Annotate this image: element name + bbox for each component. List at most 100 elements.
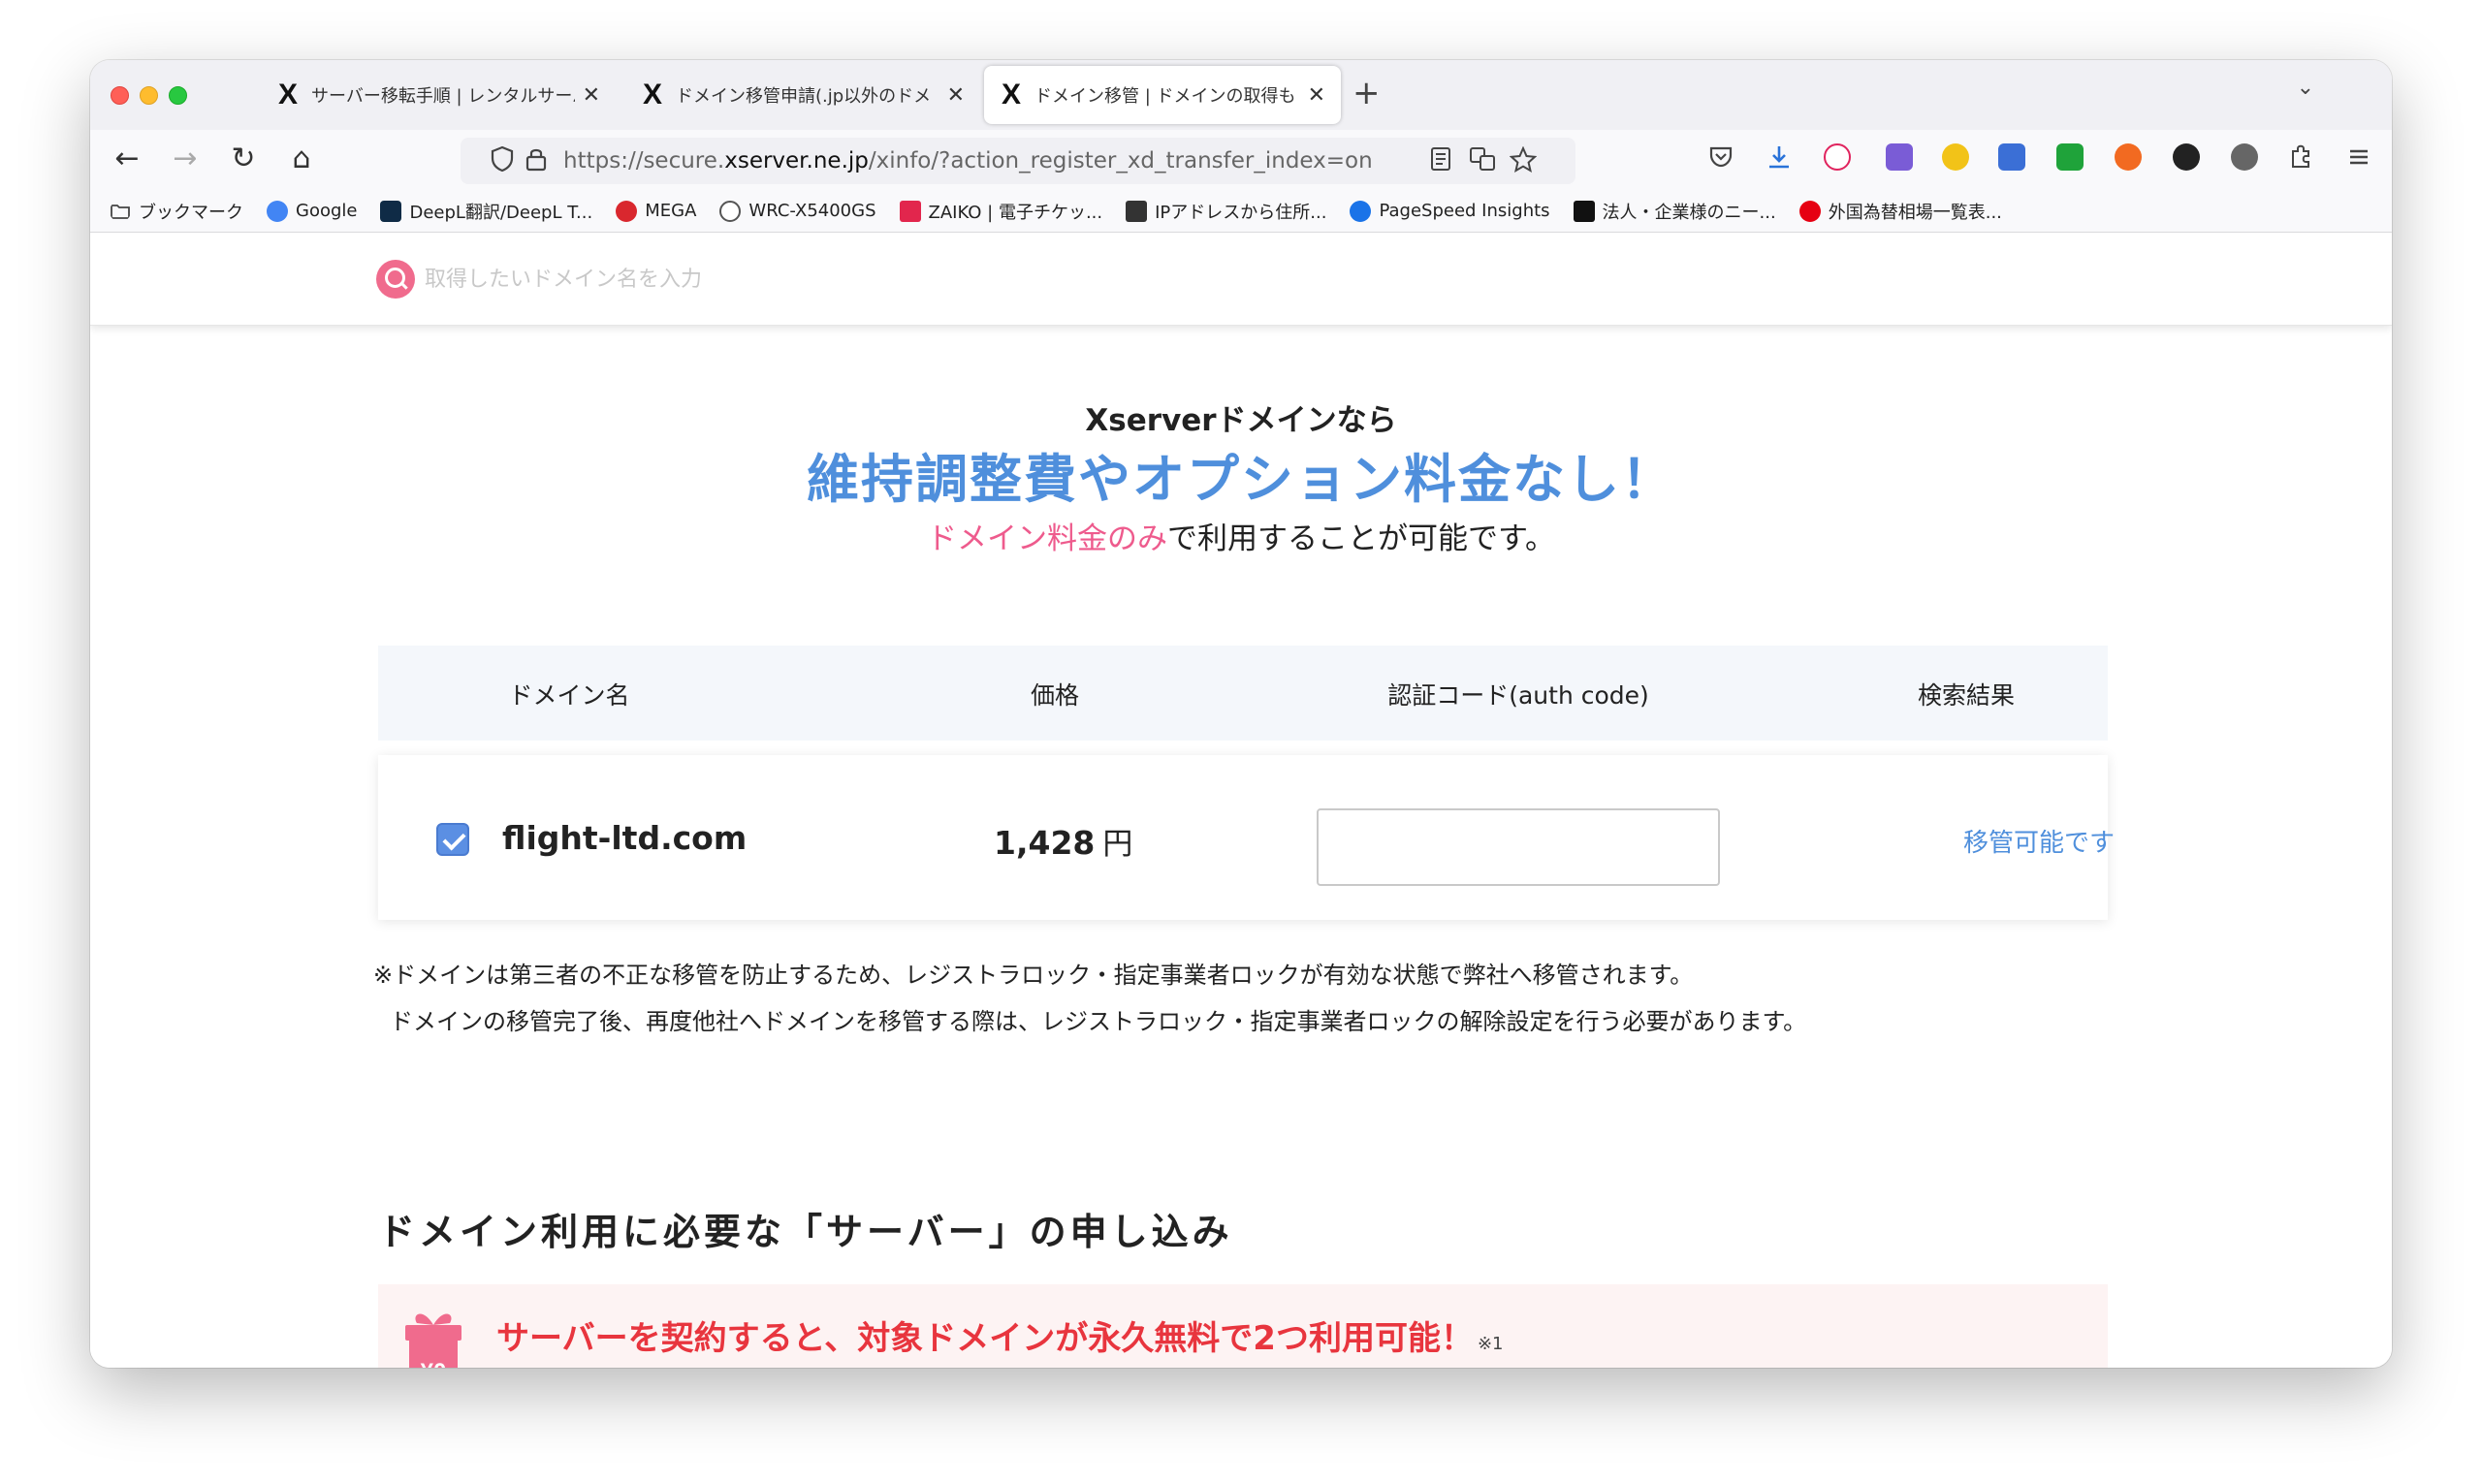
transfer-status: 移管可能です [1963, 829, 2116, 858]
pagespeed-icon [1350, 200, 1372, 222]
bookmark-label: MEGA [645, 201, 697, 221]
puzzle-extensions-icon[interactable] [2287, 143, 2314, 171]
section-title: ドメイン利用に必要な「サーバー」の申し込み [378, 1211, 1233, 1253]
promo-banner: ¥0 サーバーを契約すると、対象ドメインが永久無料で2つ利用可能！ ※1 [378, 1284, 2108, 1368]
minimize-window-button[interactable] [140, 86, 158, 105]
bookmark-item[interactable]: IPアドレスから住所... [1126, 199, 1326, 224]
home-icon[interactable]: ⌂ [284, 142, 319, 176]
bookmarks-toolbar: ブックマーク Google DeepL翻訳/DeepL T... MEGA WR… [90, 190, 2392, 233]
domain-search-input[interactable] [425, 260, 1006, 299]
hero-note-highlight: ドメイン料金のみ [927, 521, 1168, 556]
translate-icon[interactable] [1469, 146, 1496, 172]
bookmark-label: DeepL翻訳/DeepL T... [409, 202, 593, 223]
hero-subtitle: Xserverドメインなら [1085, 403, 1397, 438]
close-icon[interactable]: ✕ [583, 83, 600, 108]
gift-icon: ¥0 [405, 1313, 461, 1368]
bookmark-label: IPアドレスから住所... [1155, 202, 1327, 223]
url-bar[interactable]: https://secure.xserver.ne.jp/xinfo/?acti… [461, 138, 1575, 184]
domain-table-header: ドメイン名 価格 認証コード(auth code) 検索結果 [378, 646, 2108, 741]
bookmark-label: PageSpeed Insights [1379, 201, 1550, 221]
bookmark-label: Google [296, 201, 358, 221]
tab-title: ドメイン移管申請(.jp以外のドメ [676, 86, 932, 107]
lock-icon[interactable] [525, 145, 548, 173]
bookmark-item[interactable]: Google [267, 200, 358, 222]
transfer-notes: ※ドメインは第三者の不正な移管を防止するため、レジストラロック・指定事業者ロック… [373, 952, 1806, 1045]
extension-icon-2[interactable] [1886, 143, 1913, 171]
domain-select-checkbox[interactable] [436, 823, 469, 856]
google-icon [267, 200, 288, 222]
mega-icon [616, 200, 638, 222]
close-icon[interactable]: ✕ [947, 83, 965, 108]
tab-title: サーバー移転手順 | レンタルサーバ [311, 86, 575, 107]
list-tabs-chevron-down-icon[interactable]: ⌄ [2297, 76, 2314, 100]
extension-icon-4[interactable] [1998, 143, 2025, 171]
bookmark-item[interactable]: MEGA [616, 200, 697, 222]
folder-icon [111, 204, 130, 219]
promo-text: サーバーを契約すると、対象ドメインが永久無料で2つ利用可能！ ※1 [496, 1319, 1504, 1358]
bookmark-label: 外国為替相場一覧表... [1828, 202, 2002, 223]
column-header-domain: ドメイン名 [508, 681, 630, 710]
extension-icon-3[interactable] [1942, 143, 1969, 171]
shield-icon[interactable] [490, 145, 515, 173]
note-line: ※ドメインは第三者の不正な移管を防止するため、レジストラロック・指定事業者ロック… [373, 962, 1694, 989]
hero-headline: 維持調整費やオプション料金なし！ [807, 449, 1675, 510]
forward-arrow-icon[interactable]: → [168, 142, 203, 176]
xserver-icon: X [277, 79, 298, 111]
hero-note-text: で利用することが可能です。 [1167, 521, 1555, 556]
bookmark-item[interactable]: DeepL翻訳/DeepL T... [380, 199, 592, 224]
tab-strip: X サーバー移転手順 | レンタルサーバ ✕ X ドメイン移管申請(.jp以外の… [90, 60, 2392, 130]
tab-domain-transfer[interactable]: X ドメイン移管 | ドメインの取得も ✕ [984, 66, 1341, 124]
bookmark-label: 法人・企業様のニー... [1602, 202, 1776, 223]
zoom-window-button[interactable] [169, 86, 187, 105]
menu-icon[interactable] [2345, 143, 2372, 171]
mufg-icon [1798, 200, 1821, 222]
back-arrow-icon[interactable]: ← [110, 142, 144, 176]
ip-icon [1126, 200, 1148, 222]
extension-icon-6[interactable] [2231, 143, 2258, 171]
browser-window: X サーバー移転手順 | レンタルサーバ ✕ X ドメイン移管申請(.jp以外の… [90, 60, 2392, 1368]
close-window-button[interactable] [111, 86, 129, 105]
pocket-icon[interactable] [1707, 143, 1734, 171]
auth-code-input[interactable] [1317, 808, 1720, 886]
tab-server-migration[interactable]: X サーバー移転手順 | レンタルサーバ ✕ [261, 66, 616, 124]
zaiko-icon [899, 200, 921, 222]
check-extension-icon[interactable] [2056, 143, 2084, 171]
bookmark-label: ブックマーク [139, 202, 243, 223]
domain-price: 1,428 円 [994, 824, 1133, 862]
column-header-result: 検索結果 [1917, 681, 2016, 710]
xserver-icon: X [642, 79, 662, 111]
new-tab-button[interactable]: + [1352, 74, 1381, 112]
page-content: Xserverドメインなら 維持調整費やオプション料金なし！ ドメイン料金のみで… [90, 233, 2392, 1368]
reload-icon[interactable]: ↻ [226, 142, 261, 176]
column-header-auth-code: 認証コード(auth code) [1387, 681, 1649, 710]
xserver-icon: X [1001, 79, 1021, 111]
url-text[interactable]: https://secure.xserver.ne.jp/xinfo/?acti… [563, 148, 1373, 174]
extension-icon-1[interactable] [1824, 143, 1851, 171]
reader-view-icon[interactable] [1430, 146, 1451, 172]
bookmark-label: ZAIKO | 電子チケッ... [928, 202, 1103, 223]
navigation-toolbar: ← → ↻ ⌂ https://secure.xserver.ne.jp/xin… [90, 130, 2392, 190]
x-icon [1573, 200, 1595, 222]
bookmark-item[interactable]: ZAIKO | 電子チケッ... [899, 199, 1103, 224]
bookmark-item[interactable]: WRC-X5400GS [719, 200, 876, 222]
bookmark-item[interactable]: ブックマーク [110, 199, 243, 224]
bookmark-star-icon[interactable] [1510, 146, 1537, 174]
bookmark-item[interactable]: PageSpeed Insights [1350, 200, 1550, 222]
search-icon[interactable] [376, 260, 415, 299]
tab-domain-transfer-request[interactable]: X ドメイン移管申請(.jp以外のドメ ✕ [625, 66, 980, 124]
column-header-price: 価格 [1030, 681, 1080, 710]
bookmark-item[interactable]: 外国為替相場一覧表... [1798, 199, 2002, 224]
bookmark-label: WRC-X5400GS [748, 201, 876, 221]
tab-title: ドメイン移管 | ドメインの取得も [1034, 86, 1296, 107]
deepl-icon [380, 200, 402, 222]
globe-icon [719, 200, 742, 222]
hero-note: ドメイン料金のみで利用することが可能です。 [90, 514, 2392, 557]
bookmark-item[interactable]: 法人・企業様のニー... [1573, 199, 1776, 224]
domain-name: flight-ltd.com [502, 819, 748, 857]
download-icon[interactable] [1766, 143, 1793, 171]
domain-search-bar [90, 233, 2392, 326]
table-row: flight-ltd.com 1,428 円 移管可能です [378, 755, 2115, 920]
close-icon[interactable]: ✕ [1308, 83, 1325, 108]
extension-icon-5[interactable] [2173, 143, 2200, 171]
duckduckgo-icon[interactable] [2115, 143, 2142, 171]
